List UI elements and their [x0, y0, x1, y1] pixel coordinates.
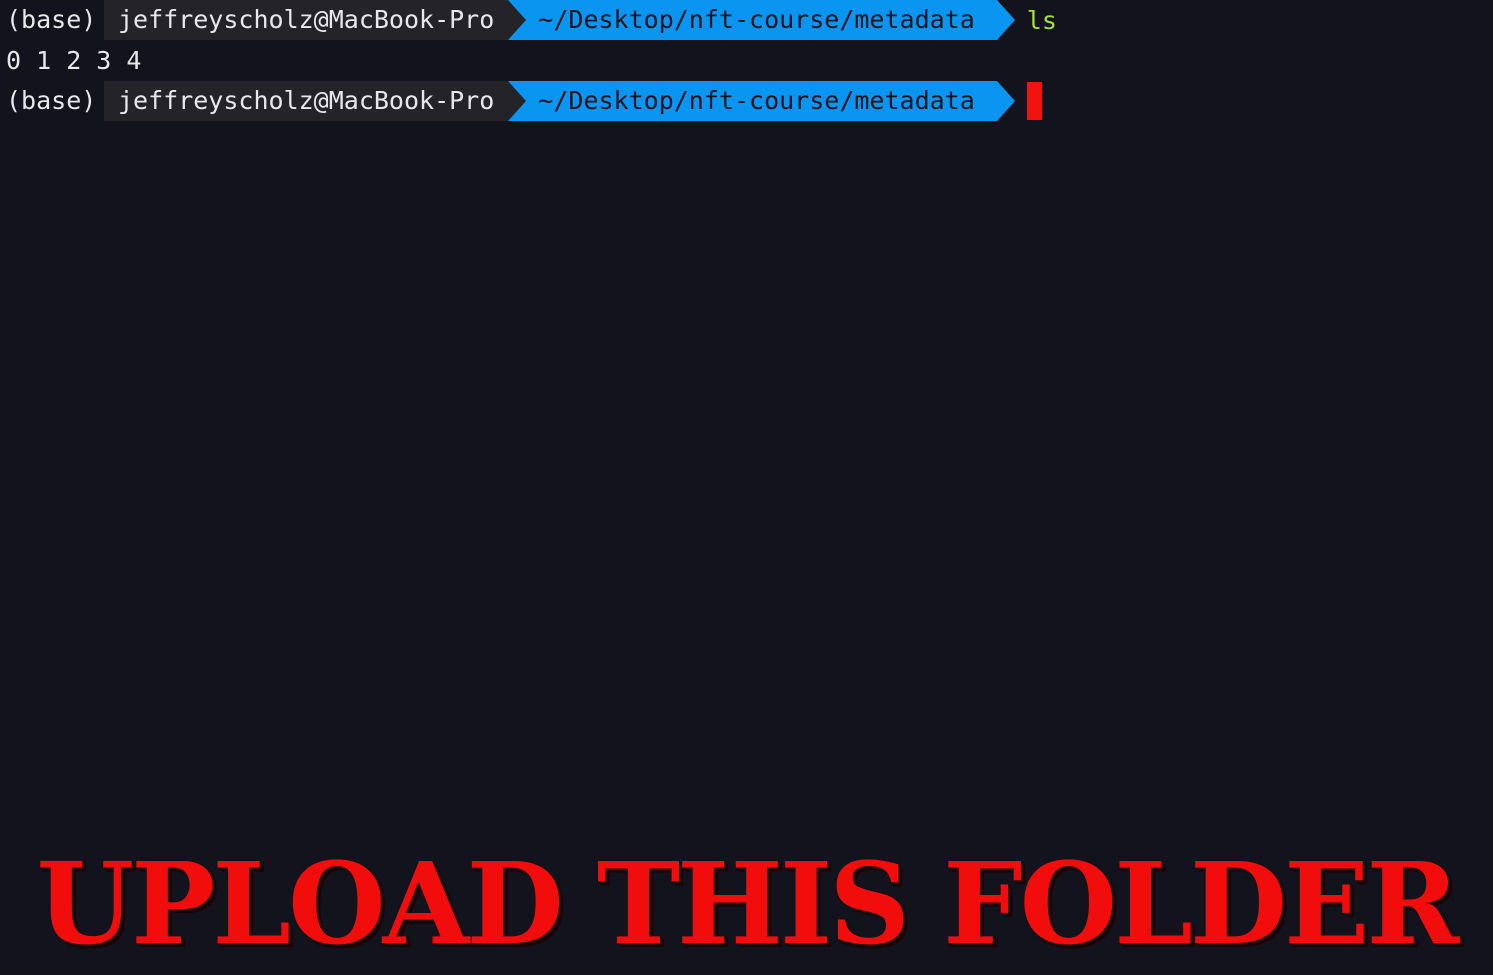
output-text: 0 1 2 3 4	[6, 45, 142, 75]
text-cursor[interactable]	[1026, 82, 1042, 120]
prompt-line-active[interactable]: (base) jeffreyscholz@MacBook-Pro ~/Deskt…	[0, 81, 1042, 121]
conda-env-label: (base)	[6, 5, 97, 34]
command-text: ls	[1026, 5, 1057, 35]
terminal-window[interactable]: (base) jeffreyscholz@MacBook-Pro ~/Deskt…	[0, 0, 1493, 975]
path-segment: ~/Desktop/nft-course/metadata	[508, 81, 1015, 121]
user-host-segment: jeffreyscholz@MacBook-Pro	[104, 0, 509, 40]
command-output: 0 1 2 3 4	[0, 40, 141, 80]
prompt-line: (base) jeffreyscholz@MacBook-Pro ~/Deskt…	[0, 0, 1057, 40]
path-segment: ~/Desktop/nft-course/metadata	[508, 0, 1015, 40]
user-host-segment: jeffreyscholz@MacBook-Pro	[104, 81, 509, 121]
conda-env-label: (base)	[6, 86, 97, 115]
overlay-caption: UPLOAD THIS FOLDER	[36, 839, 1459, 970]
